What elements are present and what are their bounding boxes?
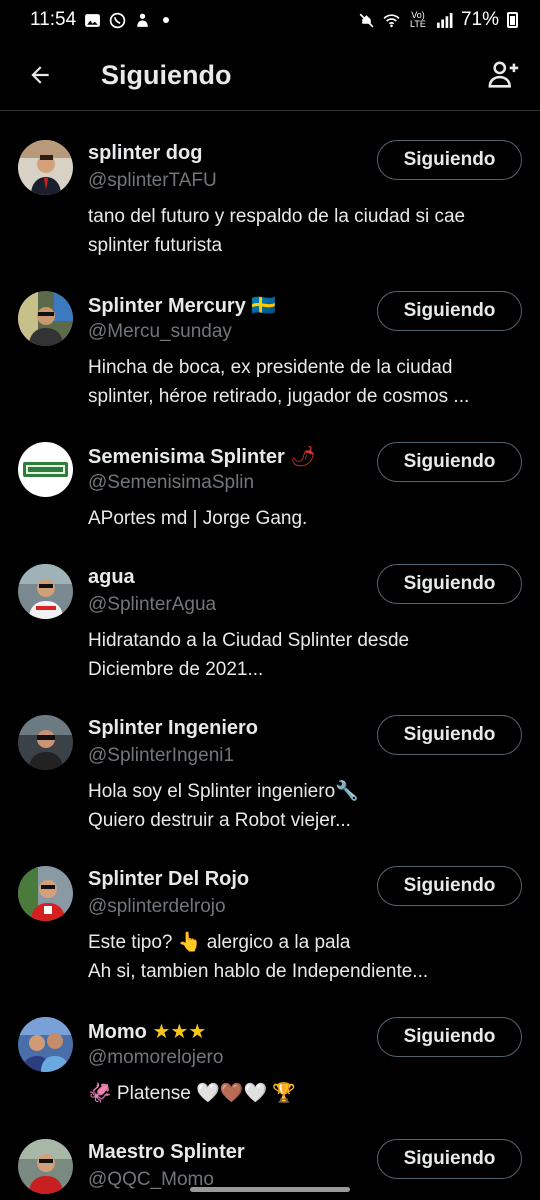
account-handle: @SplinterAgua bbox=[88, 594, 217, 615]
account-name: Maestro Splinter bbox=[88, 1141, 245, 1163]
avatar[interactable] bbox=[18, 291, 73, 346]
account-handle: @SemenisimaSplin bbox=[88, 472, 255, 493]
back-arrow-icon bbox=[31, 66, 49, 84]
account-name: Splinter Del Rojo bbox=[88, 868, 250, 890]
whatsapp-icon bbox=[109, 12, 126, 28]
account-handle: @SplinterIngeni1 bbox=[88, 745, 235, 766]
avatar[interactable] bbox=[18, 1017, 73, 1072]
account-name: Semenisima Splinter 🌶 bbox=[88, 444, 316, 468]
back-button[interactable] bbox=[20, 55, 60, 95]
account-bio: tano del futuro y respaldo de la ciudad … bbox=[88, 206, 466, 256]
mute-icon bbox=[359, 13, 374, 27]
battery-icon bbox=[507, 12, 518, 28]
account-bio: Hola soy el Splinter ingeniero🔧 Quiero d… bbox=[88, 781, 359, 831]
account-name: agua bbox=[88, 566, 135, 588]
account-bio: APortes md | Jorge Gang. bbox=[88, 508, 308, 529]
account-bio: Hidratando a la Ciudad Splinter desde Di… bbox=[88, 630, 410, 680]
avatar[interactable] bbox=[18, 1139, 73, 1194]
avatar[interactable] bbox=[18, 140, 73, 195]
screen: 11:54 Vo) LTE 71% Siguiendo splinter dog… bbox=[0, 0, 540, 1200]
home-indicator[interactable] bbox=[190, 1187, 350, 1192]
account-bio: Hincha de boca, ex presidente de la ciud… bbox=[88, 357, 470, 407]
avatar[interactable] bbox=[18, 442, 73, 497]
stars-badge: ★★★ bbox=[152, 1019, 207, 1043]
avatar[interactable] bbox=[18, 564, 73, 619]
following-button[interactable]: Siguiendo bbox=[377, 442, 522, 482]
page-title: Siguiendo bbox=[101, 59, 232, 90]
gallery-icon bbox=[85, 13, 101, 27]
more-notifications-dot bbox=[163, 17, 170, 23]
account-name: Splinter Mercury 🇸🇪 bbox=[88, 293, 277, 317]
status-bar-left: 11:54 bbox=[30, 9, 170, 31]
following-button[interactable]: Siguiendo bbox=[377, 140, 522, 180]
status-time: 11:54 bbox=[30, 9, 77, 30]
battery-percent: 71% bbox=[460, 9, 499, 30]
add-person-button[interactable] bbox=[484, 55, 524, 95]
account-bio: 🦑 Platense 🤍🤎🤍 🏆 bbox=[88, 1083, 297, 1104]
following-button[interactable]: Siguiendo bbox=[377, 1139, 522, 1179]
following-button[interactable]: Siguiendo bbox=[377, 1017, 522, 1057]
following-button[interactable]: Siguiendo bbox=[377, 564, 522, 604]
account-handle: @splinterdelrojo bbox=[88, 896, 226, 917]
signal-icon bbox=[437, 12, 453, 28]
account-handle: @Mercu_sunday bbox=[88, 321, 232, 342]
avatar[interactable] bbox=[18, 866, 73, 921]
account-name: Momo ★★★ bbox=[88, 1019, 207, 1043]
app-header: Siguiendo bbox=[0, 40, 540, 111]
add-person-icon bbox=[488, 61, 519, 88]
following-button[interactable]: Siguiendo bbox=[377, 291, 522, 331]
avatar[interactable] bbox=[18, 715, 73, 770]
account-handle: @splinterTAFU bbox=[88, 170, 217, 191]
chili-badge: 🌶 bbox=[290, 444, 316, 468]
network-label: Vo) LTE bbox=[410, 10, 426, 29]
following-button[interactable]: Siguiendo bbox=[377, 715, 522, 755]
account-handle: @momorelojero bbox=[88, 1047, 224, 1068]
status-bar: 11:54 Vo) LTE 71% bbox=[0, 0, 540, 40]
following-button[interactable]: Siguiendo bbox=[377, 866, 522, 906]
notification-icon bbox=[137, 13, 148, 27]
account-name: splinter dog bbox=[88, 142, 203, 164]
account-bio: Este tipo? 👆 alergico a la pala Ah si, t… bbox=[88, 932, 429, 982]
flag-badge: 🇸🇪 bbox=[251, 293, 277, 317]
account-name: Splinter Ingeniero bbox=[88, 717, 259, 739]
status-bar-right: Vo) LTE 71% bbox=[358, 9, 518, 31]
wifi-icon bbox=[383, 13, 400, 27]
